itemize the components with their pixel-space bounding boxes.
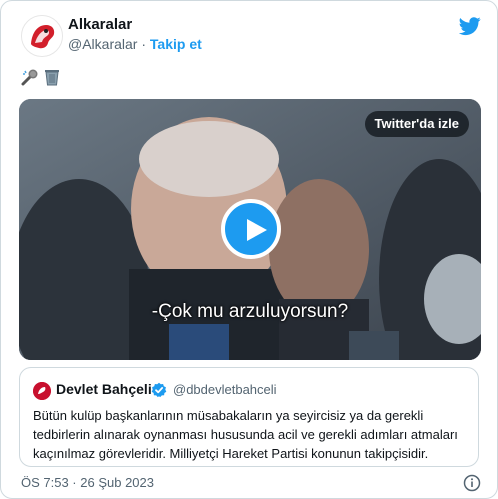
quoted-tweet-text: Bütün kulüp başkanlarının müsabakaların … [33,408,458,461]
tweet-timestamp[interactable]: ÖS 7:53 · 26 Şub 2023 [21,475,154,490]
twitter-bird-icon[interactable] [458,15,481,37]
tweet-text [20,67,62,87]
author-avatar[interactable] [21,15,63,57]
watch-on-twitter-button[interactable]: Twitter'da izle [364,111,469,137]
info-icon[interactable] [463,474,481,492]
quoted-author-avatar[interactable] [33,382,51,400]
quoted-author-handle[interactable]: @dbdevletbahceli [173,382,277,397]
author-handle[interactable]: @Alkaralar [68,36,137,52]
quoted-tweet[interactable]: Devlet Bahçeli @dbdevletbahceli Bütün ku… [19,367,479,467]
tweet-card: Alkaralar @Alkaralar · Takip et Twitter'… [0,0,498,499]
video-player[interactable]: Twitter'da izle -Çok mu arzuluyorsun? [19,99,481,360]
play-icon [247,219,267,241]
play-button[interactable] [221,199,281,259]
follow-button[interactable]: Takip et [150,36,202,52]
separator-dot: · [141,36,147,52]
wastebasket-icon [42,67,62,87]
video-caption: -Çok mu arzuluyorsun? [151,301,349,322]
microphone-icon [20,67,40,87]
author-handle-row: @Alkaralar · Takip et [68,36,202,52]
quoted-author-name[interactable]: Devlet Bahçeli [56,381,152,397]
verified-badge-icon [151,382,167,398]
author-name[interactable]: Alkaralar [68,16,132,33]
